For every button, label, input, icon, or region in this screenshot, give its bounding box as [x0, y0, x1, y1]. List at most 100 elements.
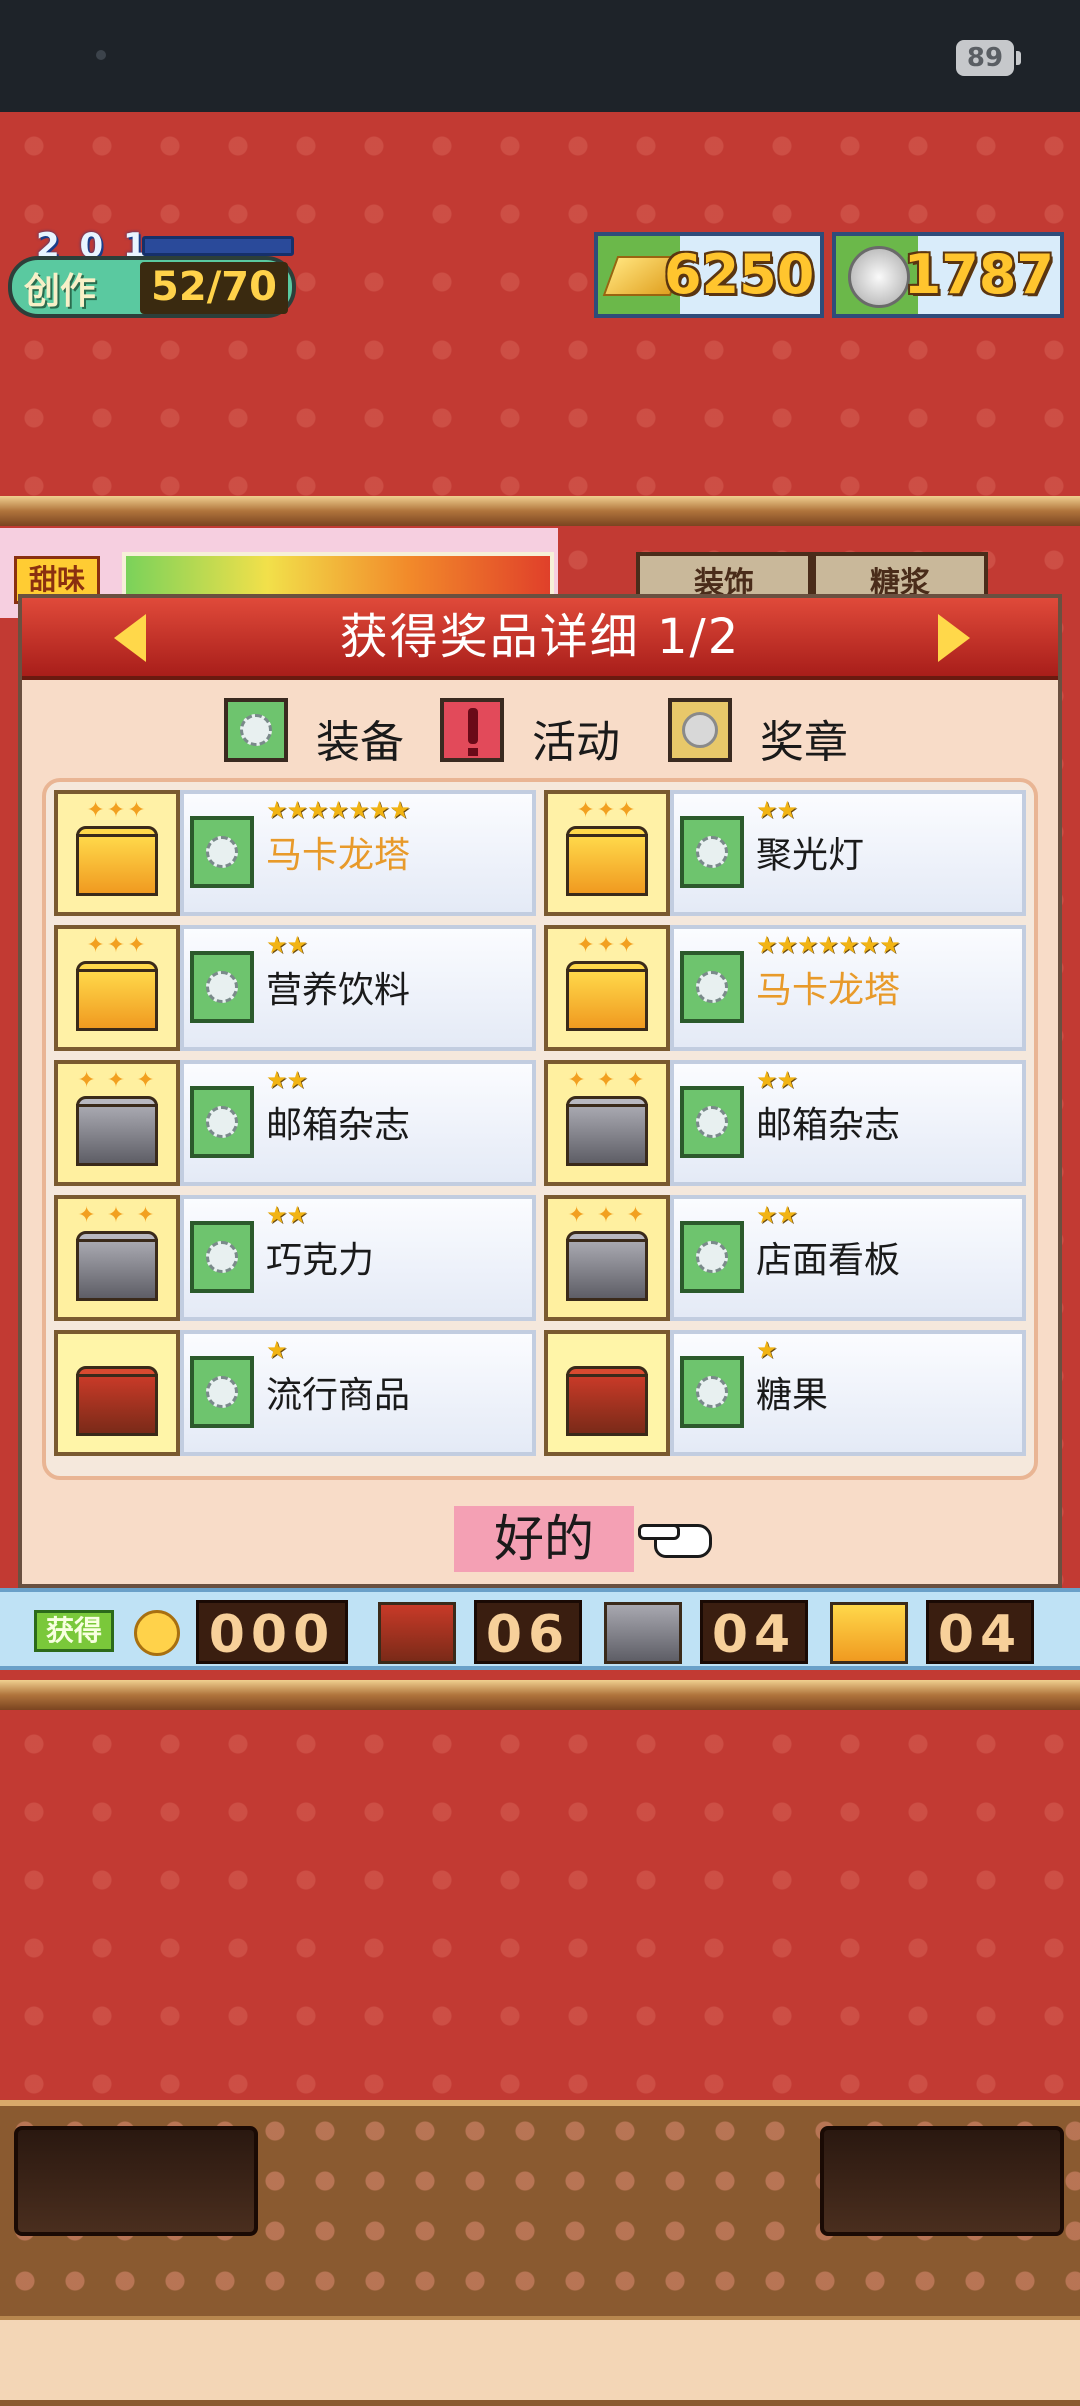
- rarity-stars: ★★: [756, 796, 798, 824]
- obtained-label: 获得: [34, 1610, 114, 1652]
- gold-value: 6250: [664, 243, 815, 306]
- rarity-stars: ★★★★★★★: [756, 931, 901, 959]
- legend-event-label: 活动: [532, 717, 620, 768]
- status-bar: 89: [0, 0, 1080, 112]
- prize-name: 马卡龙塔: [266, 835, 411, 876]
- prize-card: ★★ 邮箱杂志: [670, 1060, 1026, 1186]
- equipment-gear-icon: [190, 1356, 254, 1428]
- dialog-title: 获得奖品详细 1/2: [339, 609, 741, 665]
- prize-item[interactable]: ✦ ✦ ✦ ★★ 邮箱杂志: [544, 1060, 1026, 1186]
- legend-medal-label: 奖章: [760, 717, 848, 768]
- prize-card: ★★ 巧克力: [180, 1195, 536, 1321]
- create-value: 52/70: [140, 262, 288, 314]
- prize-name: 流行商品: [266, 1375, 411, 1416]
- pointing-hand-icon: [638, 1516, 712, 1560]
- legend-equipment-label: 装备: [316, 717, 404, 768]
- gold-divider-bottom: [0, 1680, 1080, 1710]
- gold-divider-top: [0, 496, 1080, 526]
- create-badge[interactable]: 2 0 1 创作 52/70: [8, 226, 296, 322]
- prize-name: 邮箱杂志: [266, 1105, 411, 1146]
- coin-icon: [134, 1610, 180, 1656]
- silver-chest-icon: ✦ ✦ ✦: [54, 1060, 180, 1186]
- silver-chest-count: 04: [700, 1600, 808, 1665]
- prize-item[interactable]: ★ 糖果: [544, 1330, 1026, 1456]
- bronze-chest-count: 06: [474, 1600, 582, 1665]
- silver-chest-icon: ✦ ✦ ✦: [544, 1060, 670, 1186]
- bottom-right-slot[interactable]: [820, 2126, 1064, 2236]
- prize-name: 马卡龙塔: [756, 970, 901, 1011]
- gold-chest-icon: ✦✦✦: [54, 925, 180, 1051]
- prize-name: 糖果: [756, 1375, 829, 1416]
- prize-detail-dialog: 获得奖品详细 1/2 装备 活动 奖章 ✦✦✦ ★★★★★★★ 马卡龙塔 ✦✦✦…: [18, 594, 1062, 1588]
- rarity-stars: ★★: [756, 1066, 798, 1094]
- gold-chest-icon: ✦✦✦: [544, 925, 670, 1051]
- prize-item[interactable]: ✦✦✦ ★★ 营养饮料: [54, 925, 536, 1051]
- silver-chest-icon: ✦ ✦ ✦: [54, 1195, 180, 1321]
- prize-list-panel: ✦✦✦ ★★★★★★★ 马卡龙塔 ✦✦✦ ★★ 聚光灯 ✦✦✦ ★★ 营养饮料: [42, 778, 1038, 1480]
- prize-name: 营养饮料: [266, 970, 411, 1011]
- equipment-gear-icon: [680, 951, 744, 1023]
- equipment-gear-icon: [190, 816, 254, 888]
- create-label: 创作: [24, 271, 97, 312]
- level-progress-bar: [142, 236, 294, 256]
- equipment-gear-icon: [680, 816, 744, 888]
- next-page-arrow-icon[interactable]: [938, 614, 970, 662]
- rarity-stars: ★★: [266, 1066, 308, 1094]
- prize-card: ★★ 店面看板: [670, 1195, 1026, 1321]
- equipment-gear-icon: [190, 1086, 254, 1158]
- coin-count: 000: [196, 1600, 348, 1665]
- bronze-chest-icon: [378, 1602, 456, 1664]
- rarity-stars: ★: [756, 1336, 777, 1364]
- equipment-gear-icon: [680, 1221, 744, 1293]
- bronze-chest-icon: [544, 1330, 670, 1456]
- prize-card: ★★★★★★★ 马卡龙塔: [180, 790, 536, 916]
- bottom-left-slot[interactable]: [14, 2126, 258, 2236]
- gold-counter[interactable]: 6250: [594, 232, 824, 318]
- gold-chest-icon: [830, 1602, 908, 1664]
- silver-value: 1787: [903, 243, 1054, 306]
- lower-background: [0, 1710, 1080, 2102]
- gold-chest-icon: ✦✦✦: [54, 790, 180, 916]
- prize-item[interactable]: ★ 流行商品: [54, 1330, 536, 1456]
- prize-item[interactable]: ✦✦✦ ★★★★★★★ 马卡龙塔: [544, 925, 1026, 1051]
- ok-button[interactable]: 好的: [454, 1506, 634, 1572]
- rarity-stars: ★: [266, 1336, 287, 1364]
- event-exclamation-icon: [440, 698, 504, 762]
- prize-name: 邮箱杂志: [756, 1105, 901, 1146]
- rarity-stars: ★★★★★★★: [266, 796, 411, 824]
- rarity-stars: ★★: [266, 1201, 308, 1229]
- prize-item[interactable]: ✦ ✦ ✦ ★★ 店面看板: [544, 1195, 1026, 1321]
- equipment-gear-icon: [680, 1356, 744, 1428]
- bronze-chest-icon: [54, 1330, 180, 1456]
- prize-item[interactable]: ✦ ✦ ✦ ★★ 巧克力: [54, 1195, 536, 1321]
- prize-card: ★ 糖果: [670, 1330, 1026, 1456]
- prize-item[interactable]: ✦ ✦ ✦ ★★ 邮箱杂志: [54, 1060, 536, 1186]
- dialog-header: 获得奖品详细 1/2: [22, 598, 1058, 680]
- equipment-gear-icon: [680, 1086, 744, 1158]
- silver-counter[interactable]: 1787: [832, 232, 1064, 318]
- prize-name: 巧克力: [266, 1240, 375, 1281]
- prize-card: ★★ 营养饮料: [180, 925, 536, 1051]
- prize-card: ★★★★★★★ 马卡龙塔: [670, 925, 1026, 1051]
- silver-chest-icon: [604, 1602, 682, 1664]
- obtained-summary-strip: 获得 000 06 04 04: [0, 1588, 1080, 1670]
- prize-card: ★★ 邮箱杂志: [180, 1060, 536, 1186]
- prize-name: 聚光灯: [756, 835, 865, 876]
- prize-card: ★★ 聚光灯: [670, 790, 1026, 916]
- camera-dot: [96, 50, 106, 60]
- equipment-gear-icon: [224, 698, 288, 762]
- rarity-stars: ★★: [266, 931, 308, 959]
- gold-chest-count: 04: [926, 1600, 1034, 1665]
- prize-item[interactable]: ✦✦✦ ★★ 聚光灯: [544, 790, 1026, 916]
- medal-icon: [668, 698, 732, 762]
- prize-item[interactable]: ✦✦✦ ★★★★★★★ 马卡龙塔: [54, 790, 536, 916]
- battery-indicator: 89: [956, 40, 1021, 76]
- rarity-stars: ★★: [756, 1201, 798, 1229]
- prize-name: 店面看板: [756, 1240, 901, 1281]
- equipment-gear-icon: [190, 951, 254, 1023]
- prize-card: ★ 流行商品: [180, 1330, 536, 1456]
- equipment-gear-icon: [190, 1221, 254, 1293]
- silver-chest-icon: ✦ ✦ ✦: [544, 1195, 670, 1321]
- silver-medal-icon: [848, 246, 910, 308]
- bottom-strip: [0, 2316, 1080, 2400]
